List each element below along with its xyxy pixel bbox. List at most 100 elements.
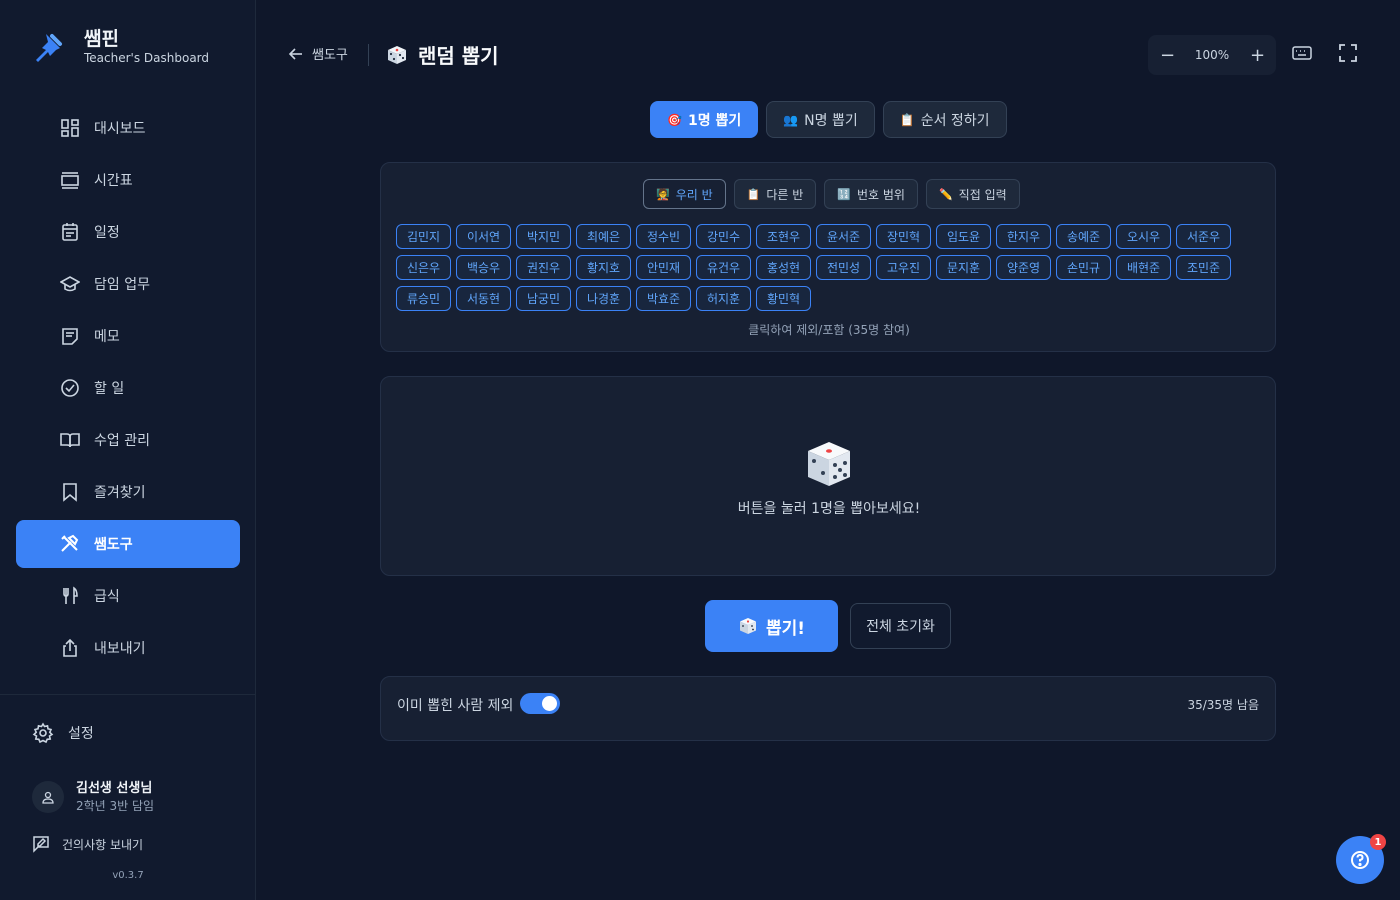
student-chip[interactable]: 최예은	[576, 224, 631, 249]
student-chip[interactable]: 윤서준	[816, 224, 871, 249]
student-chip[interactable]: 황지호	[576, 255, 631, 280]
sidebar-item-classes[interactable]: 수업 관리	[16, 416, 240, 464]
exclude-picked-toggle[interactable]	[520, 693, 560, 714]
sidebar-item-dashboard[interactable]: 대시보드	[16, 104, 240, 152]
page-title: 랜덤 뽑기	[386, 40, 499, 69]
question-icon	[1351, 851, 1369, 869]
fullscreen-icon[interactable]	[1337, 42, 1359, 64]
student-chip[interactable]: 황민혁	[756, 286, 811, 311]
student-chip[interactable]: 허지훈	[696, 286, 751, 311]
student-chip[interactable]: 서동현	[456, 286, 511, 311]
pushpin-icon	[36, 34, 62, 62]
student-chip[interactable]: 고우진	[876, 255, 931, 280]
student-chip[interactable]: 강민수	[696, 224, 751, 249]
sidebar-nav: 대시보드 시간표 일정 담임 업무 메모 할 일 수업 관리 즐겨찾기 쌤도구 …	[16, 104, 240, 676]
dice-icon	[808, 442, 850, 486]
student-chip[interactable]: 서준우	[1176, 224, 1231, 249]
zoom-out-button[interactable]: −	[1160, 45, 1175, 66]
student-chip[interactable]: 박효준	[636, 286, 691, 311]
student-chip[interactable]: 조현우	[756, 224, 811, 249]
share-icon	[63, 638, 77, 657]
sidebar-item-label: 내보내기	[94, 641, 146, 657]
brand[interactable]: 쌤핀 Teacher's Dashboard	[32, 28, 209, 66]
sidebar-item-homeroom[interactable]: 담임 업무	[16, 260, 240, 308]
calendar-icon	[62, 223, 78, 241]
student-chip[interactable]: 정수빈	[636, 224, 691, 249]
sidebar-item-label: 급식	[94, 589, 120, 605]
student-chip[interactable]: 송예준	[1056, 224, 1111, 249]
header-divider	[368, 44, 369, 66]
tab-label: 순서 정하기	[920, 112, 990, 129]
mode-tabs: 🎯 1명 뽑기 👥 N명 뽑기 📋 순서 정하기	[650, 101, 1015, 138]
student-chip[interactable]: 남궁민	[516, 286, 571, 311]
student-chip[interactable]: 손민규	[1056, 255, 1111, 280]
tab-label: 직접 입력	[958, 187, 1007, 202]
student-chip[interactable]: 김민지	[396, 224, 451, 249]
student-chip[interactable]: 유건우	[696, 255, 751, 280]
user-profile[interactable]: 김선생 선생님 2학년 3반 담임	[32, 780, 154, 814]
tab-pick-n[interactable]: 👥 N명 뽑기	[766, 101, 875, 138]
graduation-cap-icon	[60, 276, 80, 292]
tools-icon	[61, 534, 79, 552]
student-chip[interactable]: 전민성	[816, 255, 871, 280]
exclude-picked-label: 이미 뽑힌 사람 제외	[397, 698, 514, 714]
tab-label: 우리 반	[675, 187, 713, 202]
sidebar-item-meals[interactable]: 급식	[16, 572, 240, 620]
back-button[interactable]: 쌤도구	[288, 44, 348, 63]
student-chip[interactable]: 배현준	[1116, 255, 1171, 280]
chip-hint: 클릭하여 제외/포함 (35명 참여)	[748, 323, 910, 337]
sidebar-item-bookmarks[interactable]: 즐겨찾기	[16, 468, 240, 516]
student-chip[interactable]: 조민준	[1176, 255, 1231, 280]
feedback-label: 건의사항 보내기	[62, 837, 144, 852]
student-chip[interactable]: 오시우	[1116, 224, 1171, 249]
keyboard-icon[interactable]	[1291, 42, 1313, 64]
options-panel: 이미 뽑힌 사람 제외 35/35명 남음	[380, 676, 1276, 741]
sidebar-item-export[interactable]: 내보내기	[16, 624, 240, 672]
user-icon	[42, 791, 54, 804]
student-chip[interactable]: 문지훈	[936, 255, 991, 280]
tab-pick-one[interactable]: 🎯 1명 뽑기	[650, 101, 759, 138]
student-chip[interactable]: 류승민	[396, 286, 451, 311]
sidebar-item-label: 담임 업무	[94, 277, 150, 293]
student-chip[interactable]: 권진우	[516, 255, 571, 280]
tab-manual-input[interactable]: ✏️ 직접 입력	[925, 179, 1020, 209]
clipboard-icon: 📋	[746, 187, 761, 201]
sidebar-item-timetable[interactable]: 시간표	[16, 156, 240, 204]
sidebar-item-schedule[interactable]: 일정	[16, 208, 240, 256]
tab-my-class[interactable]: 🧑‍🏫 우리 반	[643, 179, 726, 209]
student-chip[interactable]: 임도윤	[936, 224, 991, 249]
student-chip[interactable]: 홍성현	[756, 255, 811, 280]
timetable-icon	[61, 172, 79, 189]
sidebar-item-label: 쌤도구	[94, 537, 133, 553]
sidebar-item-label: 일정	[94, 225, 120, 241]
feedback-link[interactable]: 건의사항 보내기	[32, 835, 143, 853]
student-chip[interactable]: 이서연	[456, 224, 511, 249]
student-chip[interactable]: 백승우	[456, 255, 511, 280]
zoom-in-button[interactable]: +	[1250, 45, 1265, 66]
sidebar-item-memo[interactable]: 메모	[16, 312, 240, 360]
student-chip[interactable]: 양준영	[996, 255, 1051, 280]
student-chip[interactable]: 나경훈	[576, 286, 631, 311]
student-chip[interactable]: 안민재	[636, 255, 691, 280]
student-chip[interactable]: 박지민	[516, 224, 571, 249]
tab-other-class[interactable]: 📋 다른 반	[733, 179, 817, 209]
settings-link[interactable]: 설정	[32, 722, 94, 744]
reset-all-button[interactable]: 전체 초기화	[850, 603, 951, 649]
arrow-left-icon	[288, 47, 302, 60]
sidebar-item-tools[interactable]: 쌤도구	[16, 520, 240, 568]
tab-order[interactable]: 📋 순서 정하기	[882, 101, 1007, 138]
tab-number-range[interactable]: 🔢 번호 범위	[824, 179, 918, 209]
sidebar-item-todo[interactable]: 할 일	[16, 364, 240, 412]
student-chip[interactable]: 신은우	[396, 255, 451, 280]
draw-button[interactable]: 뽑기!	[705, 600, 838, 652]
dice-icon	[388, 45, 406, 64]
back-label: 쌤도구	[312, 48, 348, 63]
teacher-icon: 🧑‍🏫	[656, 187, 670, 201]
student-chip[interactable]: 한지우	[996, 224, 1051, 249]
numbers-icon: 🔢	[837, 187, 851, 201]
student-chip[interactable]: 장민혁	[876, 224, 931, 249]
brand-subtitle: Teacher's Dashboard	[84, 51, 210, 65]
settings-label: 설정	[68, 726, 94, 742]
sidebar-item-label: 수업 관리	[94, 433, 150, 449]
sidebar-item-label: 즐겨찾기	[94, 485, 146, 501]
